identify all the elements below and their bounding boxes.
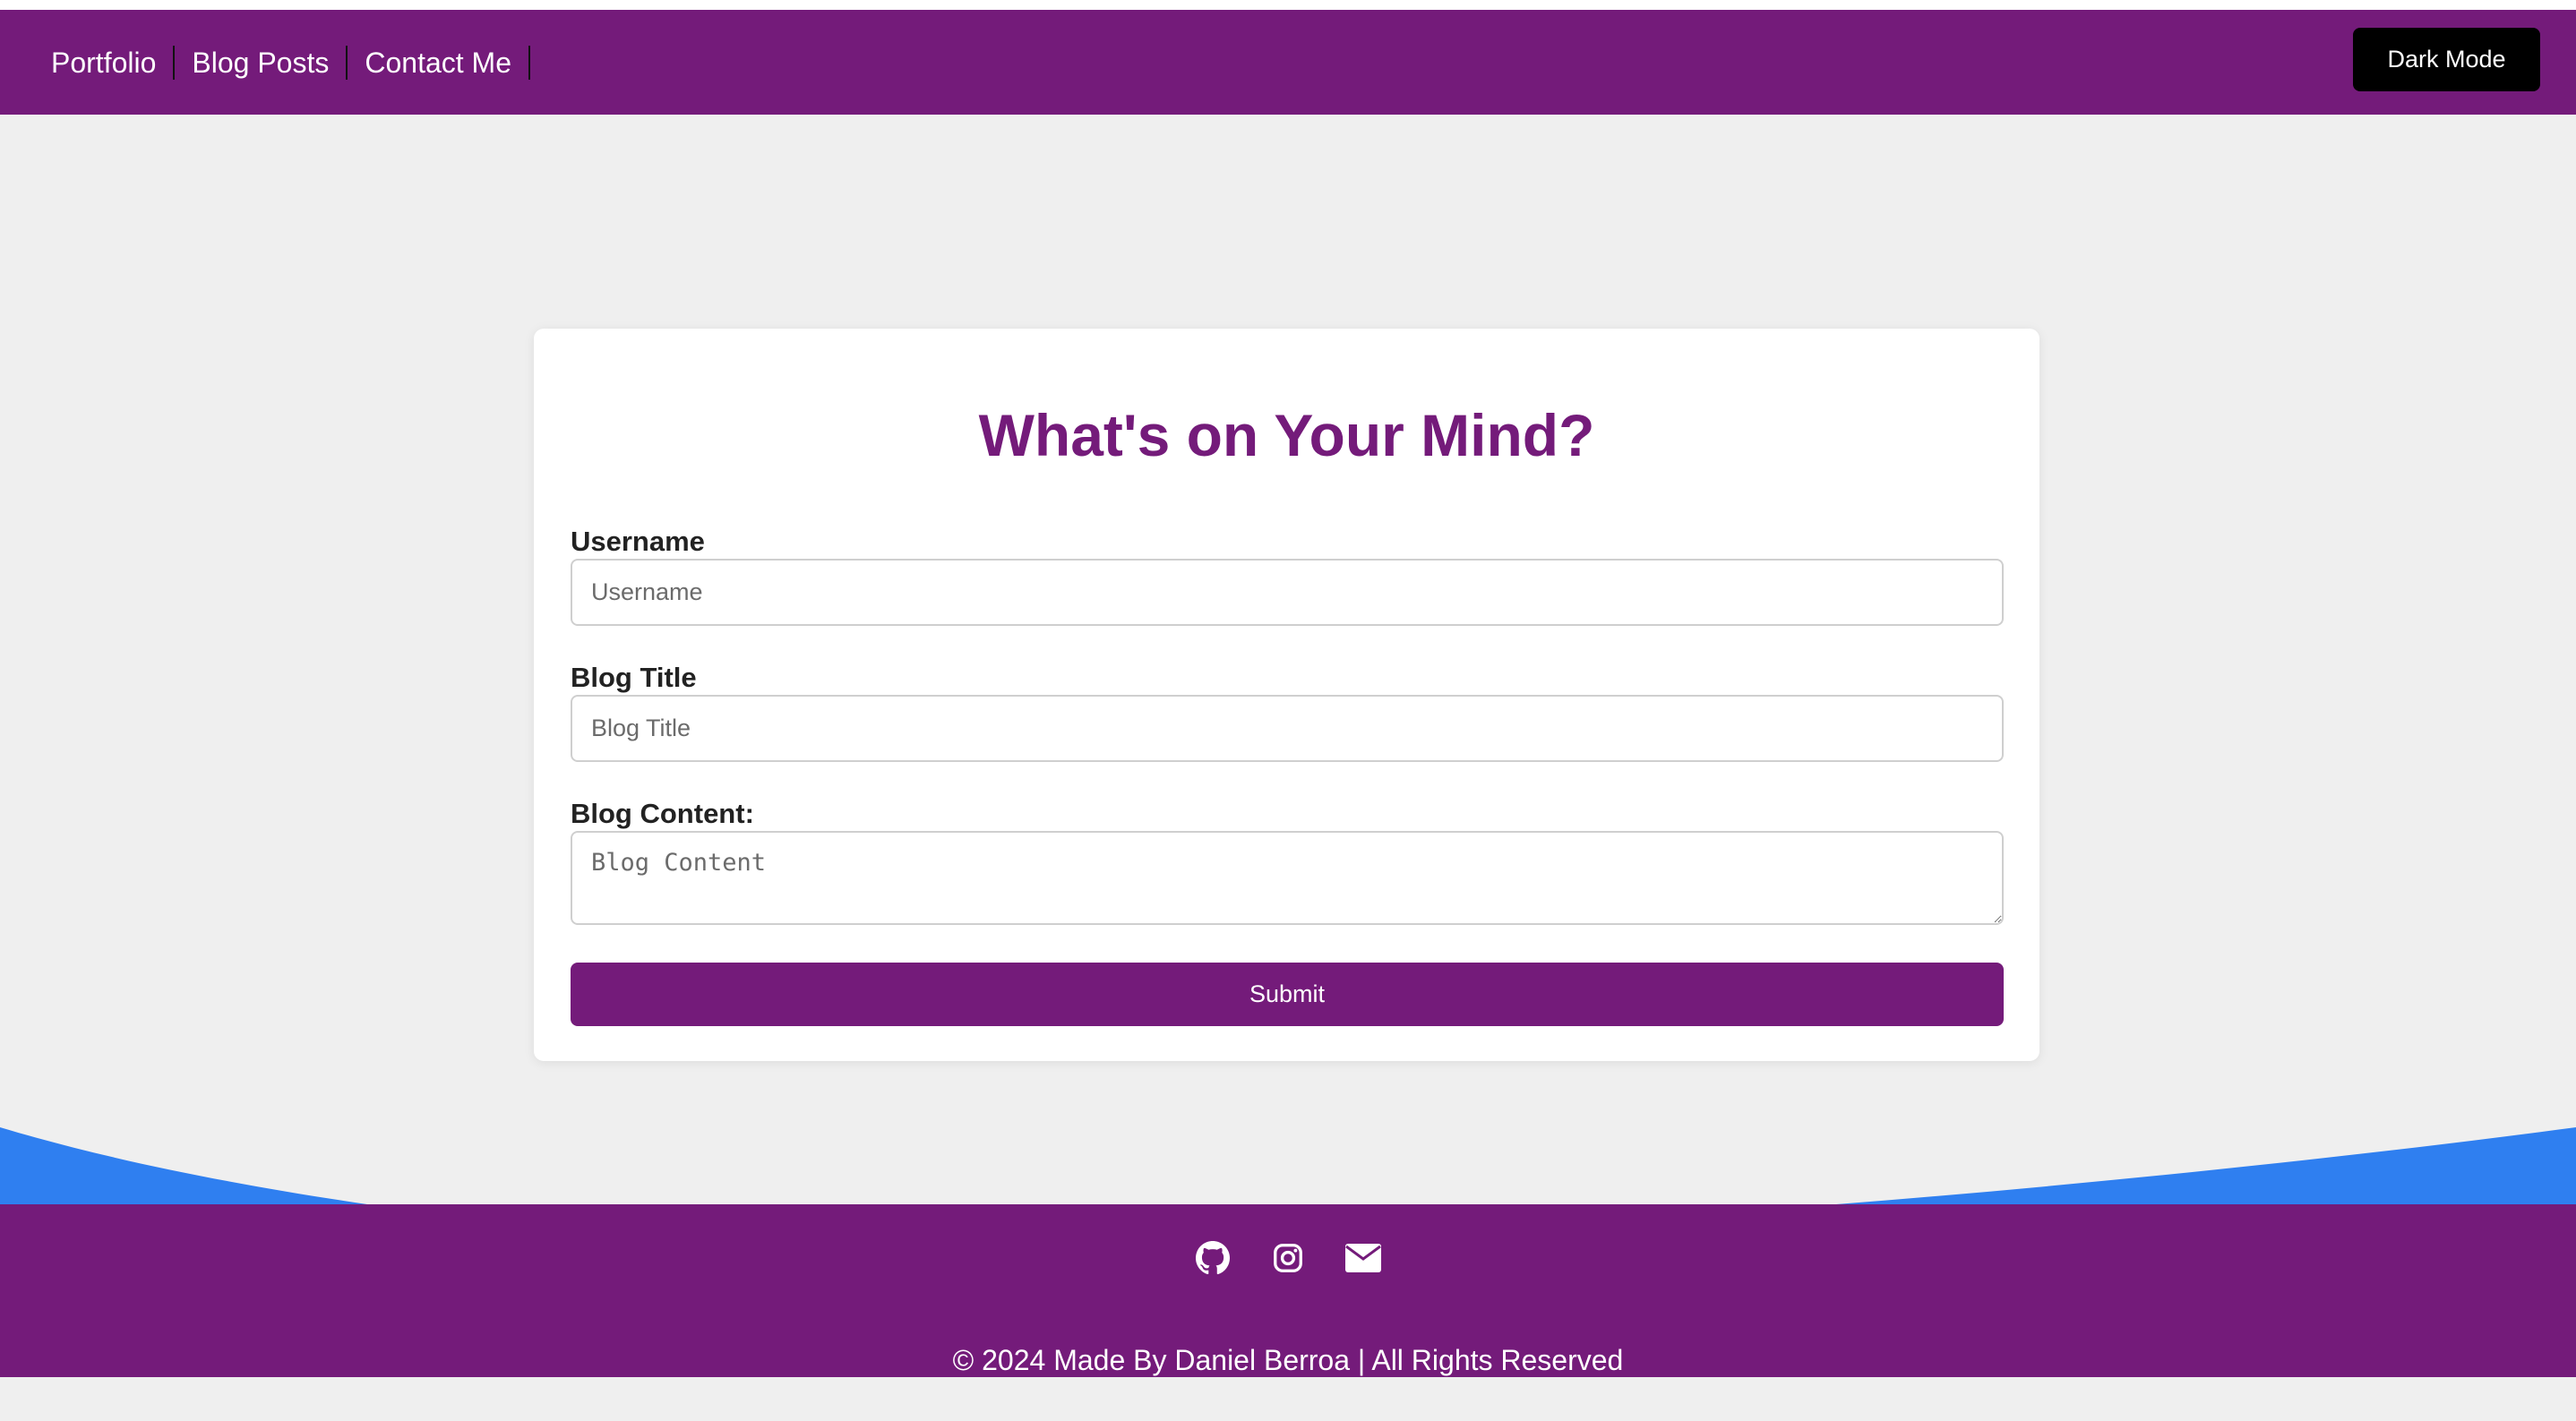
nav-link-blog-posts[interactable]: Blog Posts [175,45,348,80]
blog-title-input[interactable] [571,695,2004,762]
blog-form-card: What's on Your Mind? Username Blog Title… [534,329,2039,1061]
envelope-icon[interactable] [1345,1240,1381,1276]
nav-link-contact-me[interactable]: Contact Me [348,45,530,80]
nav-link-portfolio[interactable]: Portfolio [33,45,176,80]
dark-mode-button[interactable]: Dark Mode [2353,28,2540,91]
page: Portfolio Blog Posts Contact Me Dark Mod… [0,0,2576,1421]
navbar: Portfolio Blog Posts Contact Me Dark Mod… [0,10,2576,115]
username-label: Username [571,526,705,557]
nav-links: Portfolio Blog Posts Contact Me [33,10,530,115]
submit-button[interactable]: Submit [571,963,2004,1026]
github-icon[interactable] [1195,1240,1231,1276]
form-title: What's on Your Mind? [978,402,1595,468]
instagram-icon[interactable] [1270,1240,1306,1276]
social-links [0,1240,2576,1276]
blog-content-textarea[interactable] [571,831,2004,925]
bottom-strip [0,1377,2576,1421]
footer: © 2024 Made By Daniel Berroa | All Right… [0,1204,2576,1377]
username-input[interactable] [571,559,2004,626]
footer-wave [0,1127,2576,1206]
blog-content-label: Blog Content: [571,798,754,829]
blog-title-label: Blog Title [571,662,697,693]
top-strip [0,0,2576,10]
copyright-text: © 2024 Made By Daniel Berroa | All Right… [952,1344,1624,1376]
